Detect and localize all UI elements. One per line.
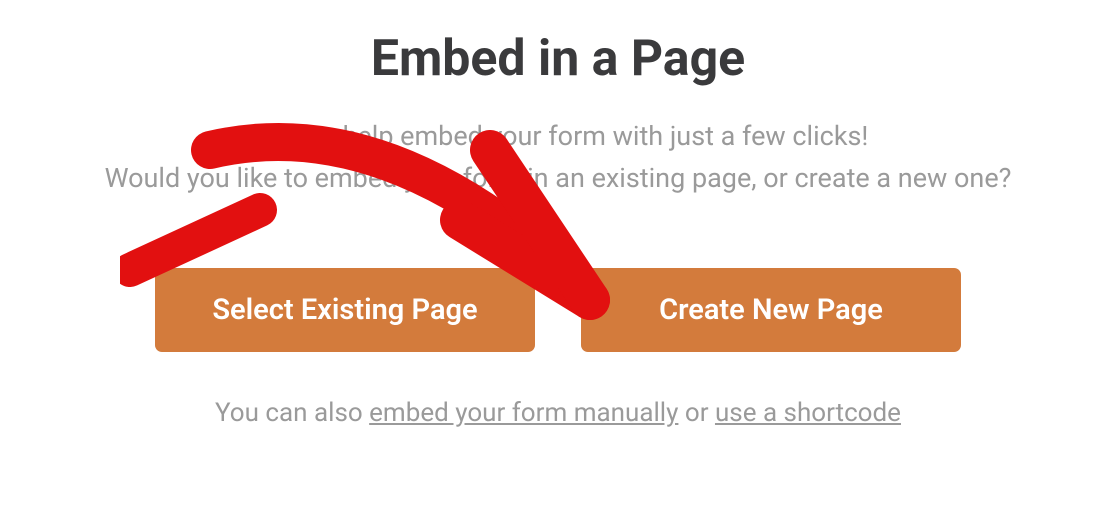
description-text: We can help embed your form with just a … [105, 116, 1012, 200]
create-new-page-button[interactable]: Create New Page [581, 268, 961, 352]
button-row: Select Existing Page Create New Page [155, 268, 961, 352]
page-title: Embed in a Page [371, 30, 745, 88]
footer-middle: or [678, 398, 715, 428]
description-line-2: Would you like to embed your form in an … [105, 162, 1012, 194]
footer-text: You can also embed your form manually or… [215, 398, 901, 428]
embed-manually-link[interactable]: embed your form manually [369, 398, 678, 428]
select-existing-page-button[interactable]: Select Existing Page [155, 268, 535, 352]
footer-prefix: You can also [215, 398, 369, 428]
description-line-1: We can help embed your form with just a … [248, 120, 869, 152]
use-shortcode-link[interactable]: use a shortcode [715, 398, 901, 428]
